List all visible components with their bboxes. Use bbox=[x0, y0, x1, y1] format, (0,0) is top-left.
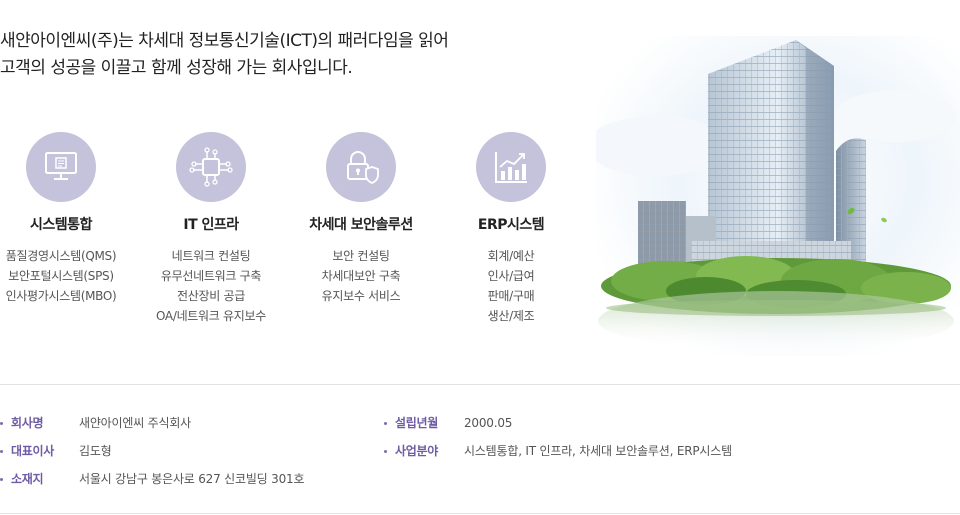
service-security: 차세대 보안솔루션 보안 컨설팅 차세대보안 구축 유지보수 서비스 bbox=[276, 132, 446, 306]
bullet-icon bbox=[0, 478, 3, 481]
founded-value: 2000.05 bbox=[464, 416, 513, 430]
headline: 새얀아이엔씨(주)는 차세대 정보통신기술(ICT)의 패러다임을 읽어 고객의… bbox=[0, 28, 560, 82]
service-item-list: 품질경영시스템(QMS) 보안포털시스템(SPS) 인사평가시스템(MBO) bbox=[0, 246, 146, 306]
bullet-icon bbox=[0, 422, 3, 425]
address-row: 소재지 서울시 강남구 봉은사로 627 신코빌딩 301호 bbox=[0, 471, 380, 487]
services-section: 시스템통합 품질경영시스템(QMS) 보안포털시스템(SPS) 인사평가시스템(… bbox=[0, 132, 590, 332]
company-name-value: 새얀아이엔씨 주식회사 bbox=[79, 416, 192, 430]
service-title: 시스템통합 bbox=[30, 217, 92, 233]
service-item: 네트워크 컨설팅 bbox=[171, 249, 251, 263]
ceo-value: 김도형 bbox=[79, 444, 112, 458]
service-title: 차세대 보안솔루션 bbox=[309, 217, 413, 233]
service-item-list: 보안 컨설팅 차세대보안 구축 유지보수 서비스 bbox=[276, 246, 446, 306]
service-item: 생산/제조 bbox=[487, 309, 535, 323]
service-erp: ERP시스템 회계/예산 인사/급여 판매/구매 생산/제조 bbox=[426, 132, 596, 326]
founded-label: 설립년월 bbox=[395, 416, 438, 430]
service-title: IT 인프라 bbox=[183, 217, 239, 233]
circuit-icon bbox=[176, 132, 246, 202]
ceo-label: 대표이사 bbox=[11, 444, 54, 458]
founded-row: 설립년월 2000.05 bbox=[384, 415, 960, 431]
bullet-icon bbox=[0, 450, 3, 453]
service-it-infra: IT 인프라 네트워크 컨설팅 유무선네트워크 구축 전산장비 공급 OA/네트… bbox=[126, 132, 296, 326]
headline-line-1: 새얀아이엔씨(주)는 차세대 정보통신기술(ICT)의 패러다임을 읽어 bbox=[0, 31, 449, 51]
company-info: 회사명 새얀아이엔씨 주식회사 대표이사 김도형 소재지 서울시 강남구 봉은사… bbox=[0, 384, 960, 514]
company-name-label: 회사명 bbox=[11, 416, 44, 430]
service-item: 차세대보안 구축 bbox=[321, 269, 401, 283]
service-item: 유지보수 서비스 bbox=[321, 289, 401, 303]
service-item: 판매/구매 bbox=[487, 289, 535, 303]
address-value: 서울시 강남구 봉은사로 627 신코빌딩 301호 bbox=[79, 472, 305, 486]
service-item: 회계/예산 bbox=[487, 249, 535, 263]
company-name-row: 회사명 새얀아이엔씨 주식회사 bbox=[0, 415, 380, 431]
monitor-icon bbox=[26, 132, 96, 202]
ceo-row: 대표이사 김도형 bbox=[0, 443, 380, 459]
service-item: OA/네트워크 유지보수 bbox=[155, 309, 267, 323]
bullet-icon bbox=[384, 450, 387, 453]
service-system-integration: 시스템통합 품질경영시스템(QMS) 보안포털시스템(SPS) 인사평가시스템(… bbox=[0, 132, 146, 306]
service-item: 전산장비 공급 bbox=[177, 289, 245, 303]
service-item-list: 네트워크 컨설팅 유무선네트워크 구축 전산장비 공급 OA/네트워크 유지보수 bbox=[126, 246, 296, 326]
service-item-list: 회계/예산 인사/급여 판매/구매 생산/제조 bbox=[426, 246, 596, 326]
bar-chart-icon bbox=[476, 132, 546, 202]
bullet-icon bbox=[384, 422, 387, 425]
business-label: 사업분야 bbox=[395, 444, 438, 458]
service-item: 품질경영시스템(QMS) bbox=[5, 249, 117, 263]
business-value: 시스템통합, IT 인프라, 차세대 보안솔루션, ERP시스템 bbox=[464, 444, 732, 458]
service-item: 보안 컨설팅 bbox=[332, 249, 390, 263]
service-title: ERP시스템 bbox=[477, 217, 545, 233]
service-item: 보안포털시스템(SPS) bbox=[8, 269, 114, 283]
service-item: 유무선네트워크 구축 bbox=[160, 269, 262, 283]
service-item: 인사/급여 bbox=[487, 269, 535, 283]
service-item: 인사평가시스템(MBO) bbox=[5, 289, 117, 303]
building-illustration bbox=[586, 36, 960, 356]
headline-line-2: 고객의 성공을 이끌고 함께 성장해 가는 회사입니다. bbox=[0, 58, 353, 78]
lock-shield-icon bbox=[326, 132, 396, 202]
business-row: 사업분야 시스템통합, IT 인프라, 차세대 보안솔루션, ERP시스템 bbox=[384, 443, 960, 459]
address-label: 소재지 bbox=[11, 472, 44, 486]
